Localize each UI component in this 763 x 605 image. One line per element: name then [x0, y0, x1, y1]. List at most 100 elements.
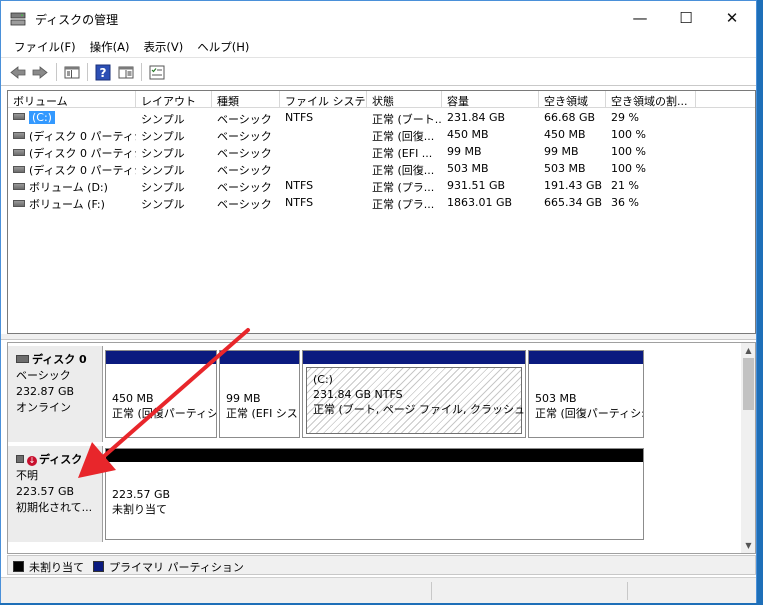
minimize-button[interactable]: —: [617, 1, 663, 35]
disk-status: 初期化されて...: [16, 501, 93, 514]
status-cell: 正常 (プラ...: [372, 181, 435, 194]
column-header-free-space[interactable]: 空き領域: [539, 91, 606, 108]
capacity-cell: 99 MB: [447, 145, 482, 158]
partition-status: 正常 (ブート, ページ ファイル, クラッシュ ダンプ,: [313, 403, 526, 416]
volume-list[interactable]: ボリューム レイアウト 種類 ファイル システム 状態 容量 空き領域 空き領域…: [7, 90, 756, 334]
percent-free-cell: 100 %: [611, 128, 646, 141]
volume-name: ボリューム (F:): [29, 198, 105, 211]
disk-type: 不明: [16, 469, 38, 482]
percent-free-cell: 100 %: [611, 145, 646, 158]
disk-name: ディスク 0: [32, 353, 87, 366]
column-header-status[interactable]: 状態: [367, 91, 442, 108]
partition-recovery-2[interactable]: 503 MB 正常 (回復パーティシ:: [528, 350, 644, 438]
partition-c-drive[interactable]: (C:) 231.84 GB NTFS 正常 (ブート, ページ ファイル, ク…: [302, 350, 526, 438]
status-cell: 正常 (ブート...: [372, 113, 442, 126]
legend-swatch: [93, 561, 104, 572]
selected-partition-hatch: (C:) 231.84 GB NTFS 正常 (ブート, ページ ファイル, ク…: [306, 367, 526, 434]
partition-status: 未割り当て: [112, 503, 167, 516]
free-space-cell: 66.68 GB: [544, 111, 596, 124]
legend-swatch: [13, 561, 24, 572]
volume-name: (ディスク 0 パーティシ...: [29, 130, 136, 143]
partition-efi[interactable]: 99 MB 正常 (EFI シス: [219, 350, 300, 438]
table-row[interactable]: (ディスク 0 パーティシ... シンプル ベーシック 正常 (回復... 50…: [8, 160, 755, 177]
disk-1-label[interactable]: ↓ ディスク 1 不明 223.57 GB 初期化されて...: [8, 446, 103, 542]
pane-splitter[interactable]: [1, 334, 756, 340]
maximize-button[interactable]: ☐: [663, 1, 709, 35]
filesystem-cell: NTFS: [285, 179, 314, 192]
table-row[interactable]: (ディスク 0 パーティシ... シンプル ベーシック 正常 (回復... 45…: [8, 126, 755, 143]
layout-cell: シンプル: [141, 181, 185, 194]
column-header-layout[interactable]: レイアウト: [136, 91, 212, 108]
menu-file[interactable]: ファイル(F): [7, 35, 83, 57]
partition-status: 正常 (回復パーティシ: [112, 407, 217, 420]
type-cell: ベーシック: [217, 147, 272, 160]
type-cell: ベーシック: [217, 164, 272, 177]
filesystem-cell: NTFS: [285, 111, 314, 124]
column-header-capacity[interactable]: 容量: [442, 91, 539, 108]
help-icon[interactable]: ?: [94, 64, 112, 81]
window-title: ディスクの管理: [35, 13, 119, 27]
disk-icon: [16, 355, 29, 363]
partition-size: 231.84 GB NTFS: [313, 388, 403, 401]
column-header-percent-free[interactable]: 空き領域の割...: [606, 91, 696, 108]
scroll-up-icon[interactable]: ▲: [741, 343, 755, 358]
status-bar: [1, 577, 756, 603]
menu-view[interactable]: 表示(V): [136, 35, 190, 57]
capacity-cell: 931.51 GB: [447, 179, 506, 192]
partition-recovery-1[interactable]: 450 MB 正常 (回復パーティシ: [105, 350, 217, 438]
partition-size: 503 MB: [535, 392, 577, 405]
disk-size: 232.87 GB: [16, 385, 75, 398]
layout-cell: シンプル: [141, 198, 185, 211]
checklist-icon[interactable]: [148, 64, 166, 81]
table-row[interactable]: (ディスク 0 パーティシ... シンプル ベーシック 正常 (EFI ... …: [8, 143, 755, 160]
layout-cell: シンプル: [141, 164, 185, 177]
disk-0-label[interactable]: ディスク 0 ベーシック 232.87 GB オンライン: [8, 346, 103, 442]
disk-status: オンライン: [16, 401, 71, 414]
close-button[interactable]: ✕: [709, 1, 755, 35]
volume-icon: [13, 149, 25, 156]
properties-view-icon[interactable]: [117, 64, 135, 81]
free-space-cell: 503 MB: [544, 162, 586, 175]
disk-management-window: ディスクの管理 — ☐ ✕ ファイル(F) 操作(A) 表示(V) ヘルプ(H)…: [0, 0, 757, 603]
menu-help[interactable]: ヘルプ(H): [190, 35, 256, 57]
volume-name: (ディスク 0 パーティシ...: [29, 147, 136, 160]
legend-label: 未割り当て: [29, 560, 84, 574]
percent-free-cell: 36 %: [611, 196, 639, 209]
scroll-down-icon[interactable]: ▼: [741, 538, 755, 553]
volume-icon: [13, 132, 25, 139]
scroll-thumb[interactable]: [743, 358, 754, 410]
column-header-filesystem[interactable]: ファイル システム: [280, 91, 367, 108]
filesystem-cell: NTFS: [285, 196, 314, 209]
volume-name: ボリューム (D:): [29, 181, 108, 194]
type-cell: ベーシック: [217, 181, 272, 194]
disk-name: ディスク 1: [39, 453, 94, 466]
menu-bar: ファイル(F) 操作(A) 表示(V) ヘルプ(H): [1, 35, 756, 57]
forward-arrow-icon[interactable]: [31, 64, 49, 81]
free-space-cell: 665.34 GB: [544, 196, 603, 209]
volume-icon: [13, 200, 25, 207]
column-header-type[interactable]: 種類: [212, 91, 280, 108]
table-row[interactable]: ボリューム (D:) シンプル ベーシック NTFS 正常 (プラ... 931…: [8, 177, 755, 194]
show-hide-console-tree-icon[interactable]: [63, 64, 81, 81]
graphical-view-scrollbar[interactable]: ▲ ▼: [741, 343, 755, 553]
disk-0-row: ディスク 0 ベーシック 232.87 GB オンライン 450 MB 正常 (…: [8, 346, 741, 442]
partition-status: 正常 (EFI シス: [226, 407, 298, 420]
volume-icon: [13, 166, 25, 173]
partition-size: 99 MB: [226, 392, 261, 405]
filesystem-cell: [280, 143, 367, 160]
capacity-cell: 231.84 GB: [447, 111, 506, 124]
status-cell: 正常 (EFI ...: [372, 147, 433, 160]
menu-action[interactable]: 操作(A): [83, 35, 137, 57]
column-header-volume[interactable]: ボリューム: [8, 91, 136, 108]
percent-free-cell: 100 %: [611, 162, 646, 175]
list-header: ボリューム レイアウト 種類 ファイル システム 状態 容量 空き領域 空き領域…: [8, 91, 755, 108]
table-row[interactable]: ボリューム (F:) シンプル ベーシック NTFS 正常 (プラ... 186…: [8, 194, 755, 211]
back-arrow-icon[interactable]: [9, 64, 27, 81]
table-row[interactable]: (C:) シンプル ベーシック NTFS 正常 (ブート... 231.84 G…: [8, 109, 755, 126]
type-cell: ベーシック: [217, 130, 272, 143]
layout-cell: シンプル: [141, 147, 185, 160]
partition-unallocated[interactable]: 223.57 GB 未割り当て: [105, 448, 644, 540]
capacity-cell: 503 MB: [447, 162, 489, 175]
legend-item-unallocated: 未割り当て: [13, 559, 84, 575]
filesystem-cell: [280, 160, 367, 177]
